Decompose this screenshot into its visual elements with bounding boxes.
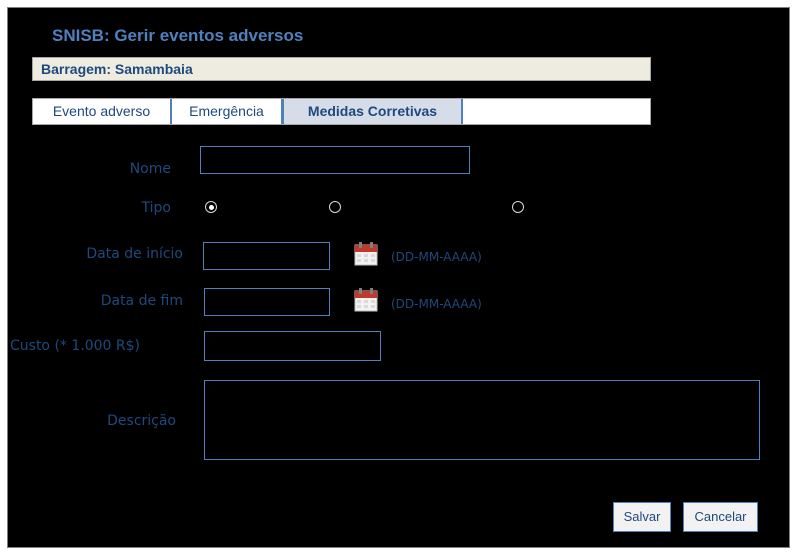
type-radio-3[interactable] (512, 201, 524, 213)
end-date-field[interactable] (204, 288, 330, 316)
description-field[interactable] (204, 380, 760, 460)
calendar-icon[interactable] (354, 242, 378, 266)
tab-evento-adverso[interactable]: Evento adverso (33, 99, 172, 124)
radio-selected-dot (208, 204, 214, 210)
dam-bar: Barragem: Samambaia (32, 57, 651, 81)
start-date-format-hint: (DD-MM-AAAA) (391, 250, 482, 264)
window: SNISB: Gerir eventos adversos Barragem: … (7, 7, 790, 548)
name-label: Nome (129, 161, 171, 177)
start-date-label: Data de início (86, 246, 183, 262)
name-field[interactable] (200, 146, 470, 174)
tab-medidas-corretivas[interactable]: Medidas Corretivas (282, 99, 463, 124)
type-radio-1[interactable] (205, 201, 217, 213)
end-date-format-hint: (DD-MM-AAAA) (391, 297, 482, 311)
calendar-icon[interactable] (354, 288, 378, 312)
tab-emergencia[interactable]: Emergência (172, 99, 283, 124)
save-button[interactable]: Salvar (613, 502, 671, 532)
cancel-button[interactable]: Cancelar (683, 502, 758, 532)
cost-label: Custo (* 1.000 R$) (10, 338, 140, 354)
page-title: SNISB: Gerir eventos adversos (52, 26, 304, 45)
description-label: Descrição (107, 413, 176, 429)
type-radio-2[interactable] (329, 201, 341, 213)
tab-bar: Evento adverso Emergência Medidas Corret… (32, 98, 651, 125)
type-label: Tipo (141, 200, 171, 216)
end-date-label: Data de fim (100, 293, 183, 309)
start-date-field[interactable] (203, 242, 330, 270)
cost-field[interactable] (204, 331, 381, 361)
